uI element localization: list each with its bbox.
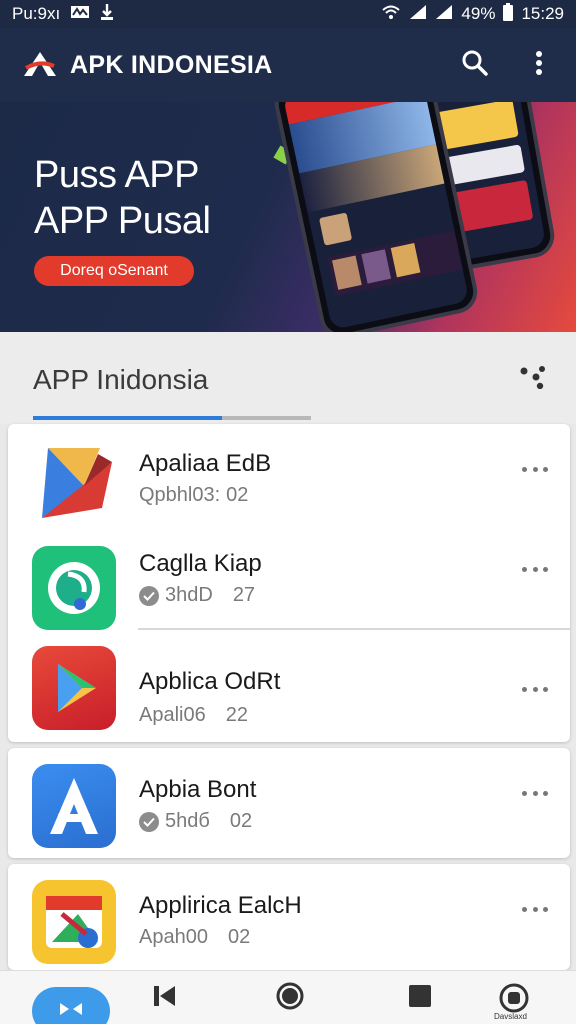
more-options-button[interactable] <box>522 564 548 574</box>
letter-a-icon <box>32 764 116 848</box>
app-meta: Apali06 22 <box>139 704 248 727</box>
app-meta-text: 3hdD <box>165 584 213 606</box>
wifi-icon <box>381 4 401 25</box>
search-icon <box>461 49 489 82</box>
green-maps-icon <box>32 546 116 630</box>
download-icon <box>100 3 114 26</box>
app-meta-value: 22 <box>225 704 248 726</box>
carrier-text: Pu:9xı <box>12 4 61 23</box>
list-item[interactable]: Caglla Kiap 3hdD 27 <box>8 528 570 638</box>
share-dots-icon <box>520 366 548 393</box>
share-button[interactable] <box>520 365 548 394</box>
verified-icon <box>139 585 159 606</box>
home-icon <box>58 999 84 1024</box>
tab-indicator <box>33 416 311 420</box>
list-item[interactable]: Apbia Bont 5hdб 02 <box>8 748 570 858</box>
circle-icon <box>275 981 305 1016</box>
app-name: Caglla Kiap <box>139 550 262 577</box>
promo-banner[interactable]: Puss APP APP Pusal Doreq oSenant <box>0 102 576 332</box>
list-item[interactable]: Apblica OdRt Apali06 22 <box>8 638 570 748</box>
logo-icon <box>22 50 58 80</box>
app-meta-text: Apah00 <box>139 926 208 948</box>
overflow-menu-button[interactable] <box>524 50 554 80</box>
list-item[interactable]: Applirica EalcH Apah00 02 <box>8 864 570 974</box>
app-meta-text: Qpbhl03: <box>139 484 221 506</box>
app-meta-text: Apali06 <box>139 704 206 726</box>
nav-back-button[interactable] <box>146 971 182 1024</box>
battery-text: 49% <box>461 4 496 23</box>
nav-home-button[interactable] <box>32 987 110 1024</box>
tab-indicator-fill <box>33 416 223 420</box>
app-name: Apaliaa EdB <box>139 450 272 477</box>
banner-cta-button[interactable]: Doreq oSenant <box>34 256 194 286</box>
app-meta-value: 02 <box>229 810 253 832</box>
list-item[interactable]: Apaliaa EdB Qpbhl03: 02 <box>8 428 570 538</box>
bottom-navigation: Davslaxd <box>0 970 576 1024</box>
search-button[interactable] <box>460 50 490 80</box>
nav-home-circle-button[interactable] <box>272 971 308 1024</box>
more-options-button[interactable] <box>522 464 548 474</box>
app-meta: 5hdб 02 <box>139 810 252 833</box>
app-meta-value: 02 <box>227 926 251 948</box>
banner-title: Puss APP APP Pusal <box>34 154 211 242</box>
play-triangle-icon <box>32 646 116 730</box>
app-meta-value: 27 <box>232 584 256 606</box>
square-icon <box>407 983 433 1014</box>
signal-icon <box>409 4 427 25</box>
app-meta: Apah00 02 <box>139 926 250 949</box>
colorful-calendar-icon <box>32 880 116 964</box>
app-name: Applirica EalcH <box>139 892 302 919</box>
app-meta: 3hdD 27 <box>139 584 255 607</box>
status-bar: Pu:9xı 49% 15:29 <box>0 0 576 28</box>
app-title: APK INDONESIA <box>70 50 273 79</box>
app-meta-value: 02 <box>226 484 249 506</box>
app-meta-text: 5hdб <box>165 810 210 832</box>
red-blue-fold-icon <box>32 446 116 530</box>
section-title: APP Inidonsia <box>33 364 209 395</box>
nav-profile-label: Davslaxd <box>494 1012 527 1021</box>
notification-icon <box>70 4 90 25</box>
clock-text: 15:29 <box>521 4 564 23</box>
app-bar: APK INDONESIA <box>0 28 576 102</box>
signal-icon <box>435 4 453 25</box>
nav-recents-button[interactable] <box>402 971 438 1024</box>
app-meta: Qpbhl03: 02 <box>139 484 248 507</box>
verified-icon <box>139 811 159 832</box>
app-name: Apblica OdRt <box>139 668 281 695</box>
section-header: APP Inidonsia <box>0 332 576 424</box>
more-options-button[interactable] <box>522 904 548 914</box>
battery-icon <box>503 2 514 26</box>
more-vertical-icon <box>535 50 543 80</box>
more-options-button[interactable] <box>522 684 548 694</box>
app-name: Apbia Bont <box>139 776 257 803</box>
row-divider <box>138 628 570 630</box>
back-icon <box>151 983 177 1014</box>
more-options-button[interactable] <box>522 788 548 798</box>
